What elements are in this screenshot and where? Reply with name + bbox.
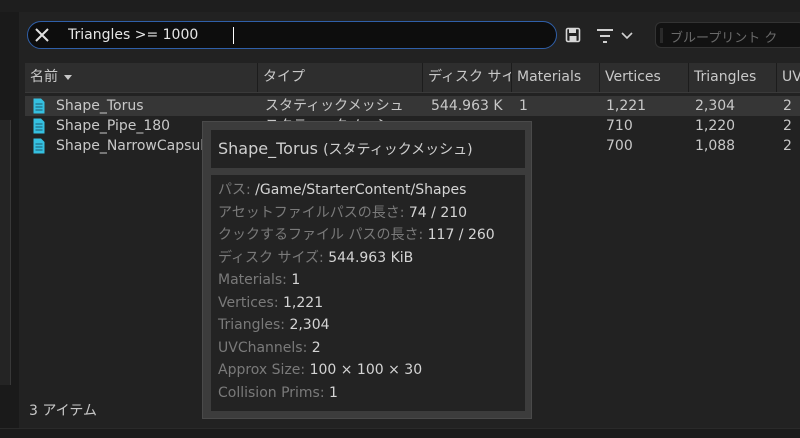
tooltip-key: ディスク サイズ:: [218, 249, 329, 266]
tooltip-value: 2: [311, 339, 321, 356]
static-mesh-file-icon: [33, 98, 45, 114]
row-disk-size: 544.963 K: [431, 98, 503, 114]
row-type: スタティックメッシュ: [265, 98, 404, 114]
top-tab-strip: [0, 0, 800, 12]
tooltip-value: 2,304: [289, 317, 330, 333]
column-label: ディスク サイ: [428, 69, 512, 85]
tooltip-key: Approx Size:: [218, 362, 310, 378]
column-label: Triangles: [694, 69, 757, 85]
tooltip-uv-channels: UVChannels: 2: [218, 337, 525, 360]
column-label: Materials: [517, 69, 582, 85]
tooltip-path: パス: /Game/StarterContent/Shapes: [218, 179, 525, 202]
row-vertices: 1,221: [606, 98, 647, 114]
column-header-type[interactable]: タイプ: [258, 63, 423, 92]
column-header-disk-size[interactable]: ディスク サイ: [423, 63, 512, 92]
left-panel-scroll[interactable]: [0, 120, 11, 385]
save-search-icon[interactable]: [565, 27, 581, 43]
tooltip-value: 1,221: [283, 294, 324, 311]
field-handle: [660, 28, 663, 43]
asset-tooltip: Shape_Torus (スタティックメッシュ) パス: /Game/Start…: [202, 121, 532, 419]
column-header-vertices[interactable]: Vertices: [600, 63, 689, 92]
item-count: 3 アイテム: [29, 403, 97, 419]
tooltip-key: Vertices:: [218, 294, 284, 311]
column-header-triangles[interactable]: Triangles: [689, 63, 777, 92]
tooltip-key: Triangles:: [218, 317, 290, 333]
tooltip-value: /Game/StarterContent/Shapes: [255, 182, 467, 198]
row-vertices: 710: [606, 118, 633, 134]
tooltip-collision-prims: Collision Prims: 1: [218, 382, 525, 405]
row-vertices: 700: [606, 138, 633, 154]
static-mesh-file-icon: [33, 118, 45, 134]
tooltip-key: アセットファイルパスの長さ:: [218, 204, 409, 221]
row-name: Shape_Torus: [56, 98, 144, 114]
close-icon[interactable]: [34, 27, 50, 43]
tooltip-vertices: Vertices: 1,221: [218, 292, 525, 315]
column-header-name[interactable]: 名前: [25, 63, 258, 92]
tooltip-key: パス:: [218, 182, 256, 198]
tooltip-asset-type: (スタティックメッシュ): [323, 142, 473, 158]
row-triangles: 1,220: [695, 118, 736, 134]
tooltip-key: Materials:: [218, 272, 292, 288]
tooltip-value: 74 / 210: [408, 204, 468, 221]
tooltip-key: UVChannels:: [218, 339, 312, 356]
row-name: Shape_Pipe_180: [56, 118, 171, 134]
static-mesh-file-icon: [33, 138, 45, 154]
tooltip-value: 117 / 260: [427, 227, 495, 243]
search-input[interactable]: [68, 25, 538, 45]
row-name: Shape_NarrowCapsule: [56, 138, 213, 154]
column-label: 名前: [30, 69, 58, 85]
row-uv: 2: [783, 138, 792, 154]
row-triangles: 1,088: [695, 138, 736, 154]
tooltip-value: 1: [291, 272, 301, 288]
text-caret: [233, 27, 234, 44]
chevron-down-icon: [621, 32, 633, 40]
tooltip-triangles: Triangles: 2,304: [218, 314, 525, 337]
tooltip-details: パス: /Game/StarterContent/Shapes アセットファイル…: [211, 175, 525, 411]
tooltip-asset-name: Shape_Torus: [218, 139, 318, 158]
tooltip-key: クックするファイル パスの長さ:: [218, 227, 428, 243]
tooltip-title: Shape_Torus (スタティックメッシュ): [211, 130, 525, 168]
tooltip-materials: Materials: 1: [218, 269, 525, 292]
tooltip-asset-path-length: アセットファイルパスの長さ: 74 / 210: [218, 202, 525, 225]
column-label: タイプ: [263, 69, 305, 85]
row-uv: 2: [783, 98, 792, 114]
search-box[interactable]: [27, 21, 557, 49]
column-label: UV: [782, 69, 800, 85]
tooltip-value: 100 × 100 × 30: [309, 362, 423, 378]
column-header-uv[interactable]: UV: [777, 63, 800, 92]
blueprint-search-field[interactable]: ブループリント ク: [655, 22, 800, 48]
tooltip-value: 544.963 KiB: [328, 249, 414, 266]
tooltip-cook-path-length: クックするファイル パスの長さ: 117 / 260: [218, 224, 525, 247]
filter-icon[interactable]: [595, 27, 635, 45]
column-header-materials[interactable]: Materials: [512, 63, 600, 92]
row-triangles: 2,304: [695, 98, 736, 114]
row-uv: 2: [783, 118, 792, 134]
left-side-panel: [0, 12, 19, 437]
tooltip-approx-size: Approx Size: 100 × 100 × 30: [218, 359, 525, 382]
table-row[interactable]: Shape_Torus スタティックメッシュ 544.963 K 1 1,221…: [25, 96, 800, 116]
tooltip-value: 1: [329, 384, 338, 401]
sort-descending-icon: [64, 74, 72, 80]
tooltip-disk-size: ディスク サイズ: 544.963 KiB: [218, 247, 525, 270]
row-materials: 1: [519, 98, 528, 114]
column-header-row: 名前 タイプ ディスク サイ Materials Vertices Triang…: [25, 63, 800, 93]
blueprint-search-placeholder: ブループリント ク: [670, 31, 778, 46]
column-label: Vertices: [605, 69, 661, 85]
tooltip-key: Collision Prims:: [218, 384, 330, 401]
